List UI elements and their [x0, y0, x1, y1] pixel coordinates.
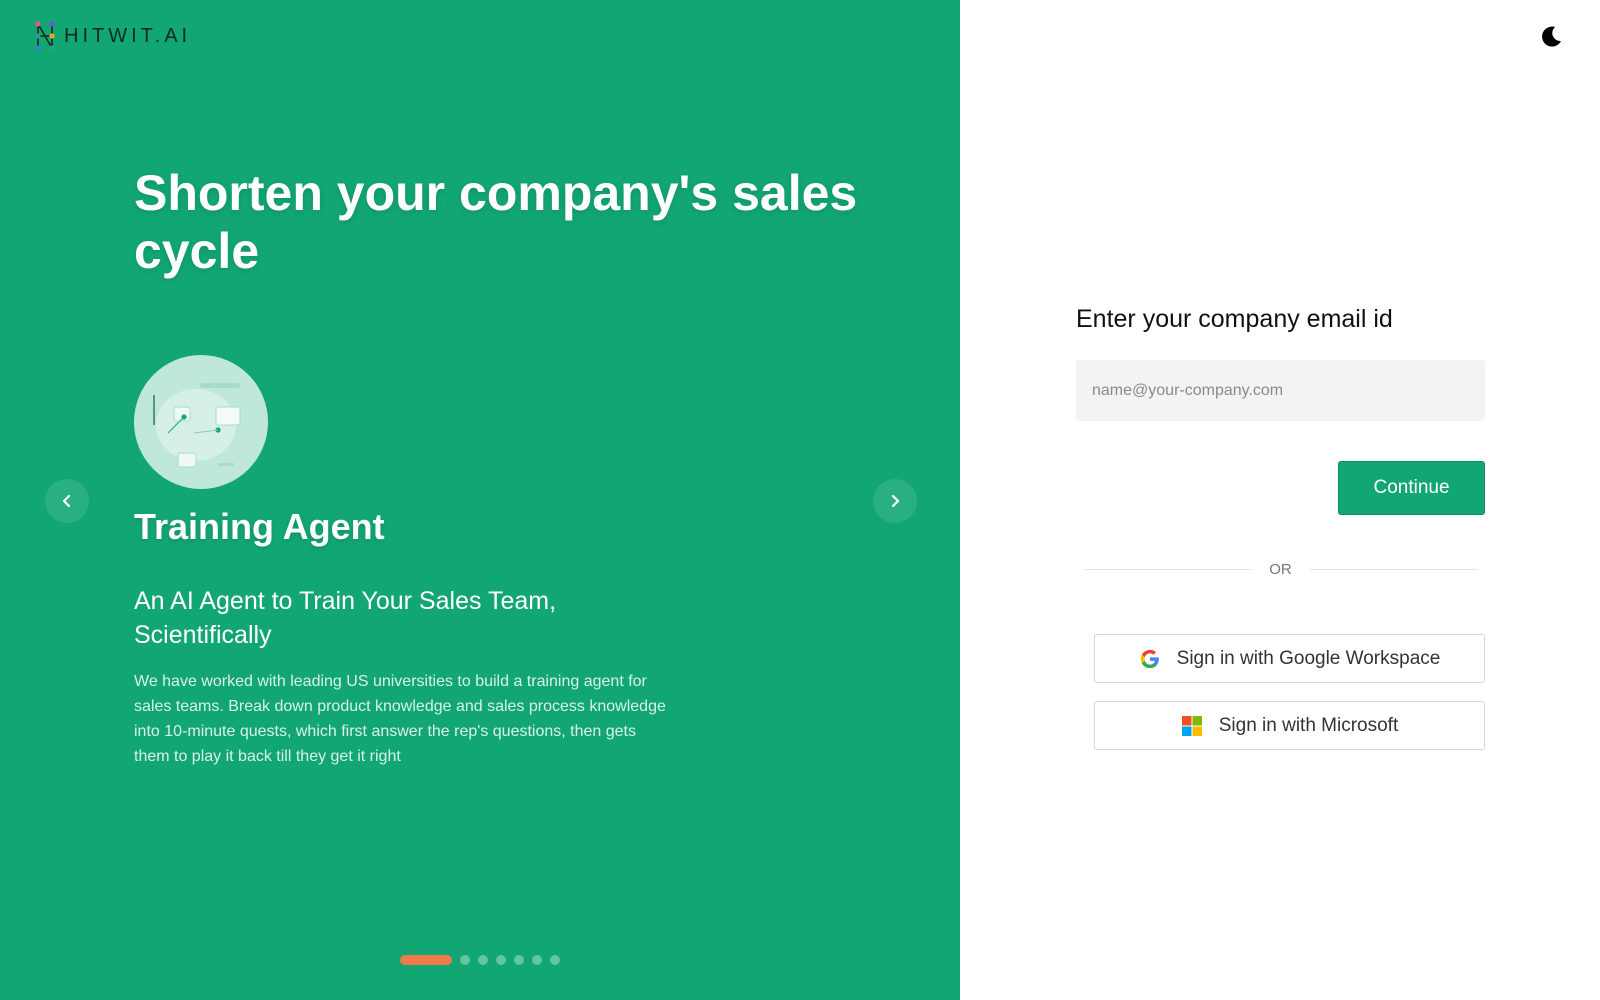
carousel-pagination	[400, 955, 560, 965]
carousel-next-button[interactable]	[873, 479, 917, 523]
chevron-right-icon	[891, 494, 900, 508]
microsoft-icon	[1181, 715, 1202, 736]
divider-line-left	[1084, 568, 1252, 570]
brand-logo[interactable]: HITWIT.AI	[32, 21, 191, 51]
carousel-dot-1[interactable]	[400, 955, 452, 965]
carousel-dot-3[interactable]	[478, 955, 488, 965]
microsoft-signin-label: Sign in with Microsoft	[1218, 714, 1399, 736]
email-label: Enter your company email id	[1076, 305, 1393, 333]
training-illustration-icon	[153, 383, 241, 468]
slide-illustration	[134, 355, 268, 489]
carousel-dot-4[interactable]	[496, 955, 506, 965]
theme-toggle-button[interactable]	[1538, 24, 1564, 50]
google-signin-label: Sign in with Google Workspace	[1176, 647, 1441, 669]
carousel-prev-button[interactable]	[45, 479, 89, 523]
carousel-dot-6[interactable]	[532, 955, 542, 965]
or-text: OR	[1269, 560, 1292, 578]
carousel-dot-5[interactable]	[514, 955, 524, 965]
slide-title: Training Agent	[134, 506, 385, 547]
divider-line-right	[1309, 568, 1477, 570]
carousel-dot-2[interactable]	[460, 955, 470, 965]
email-input[interactable]	[1076, 360, 1485, 421]
slide-description: We have worked with leading US universit…	[134, 673, 666, 765]
or-divider: OR	[1084, 558, 1477, 580]
promo-panel: HITWIT.AI Shorten your company's sales c…	[0, 0, 960, 1000]
google-signin-button[interactable]: Sign in with Google Workspace	[1094, 634, 1485, 683]
chevron-left-icon	[62, 494, 71, 508]
logo-icon	[35, 21, 55, 51]
continue-button[interactable]: Continue	[1338, 461, 1485, 515]
carousel-dot-7[interactable]	[550, 955, 560, 965]
hero-headline: Shorten your company's sales cycle	[134, 165, 858, 279]
google-icon	[1140, 649, 1159, 668]
brand-name: HITWIT.AI	[64, 24, 192, 47]
microsoft-signin-button[interactable]: Sign in with Microsoft	[1094, 701, 1485, 750]
slide-subtitle: An AI Agent to Train Your Sales Team, Sc…	[134, 587, 557, 649]
moon-icon	[1542, 26, 1561, 47]
